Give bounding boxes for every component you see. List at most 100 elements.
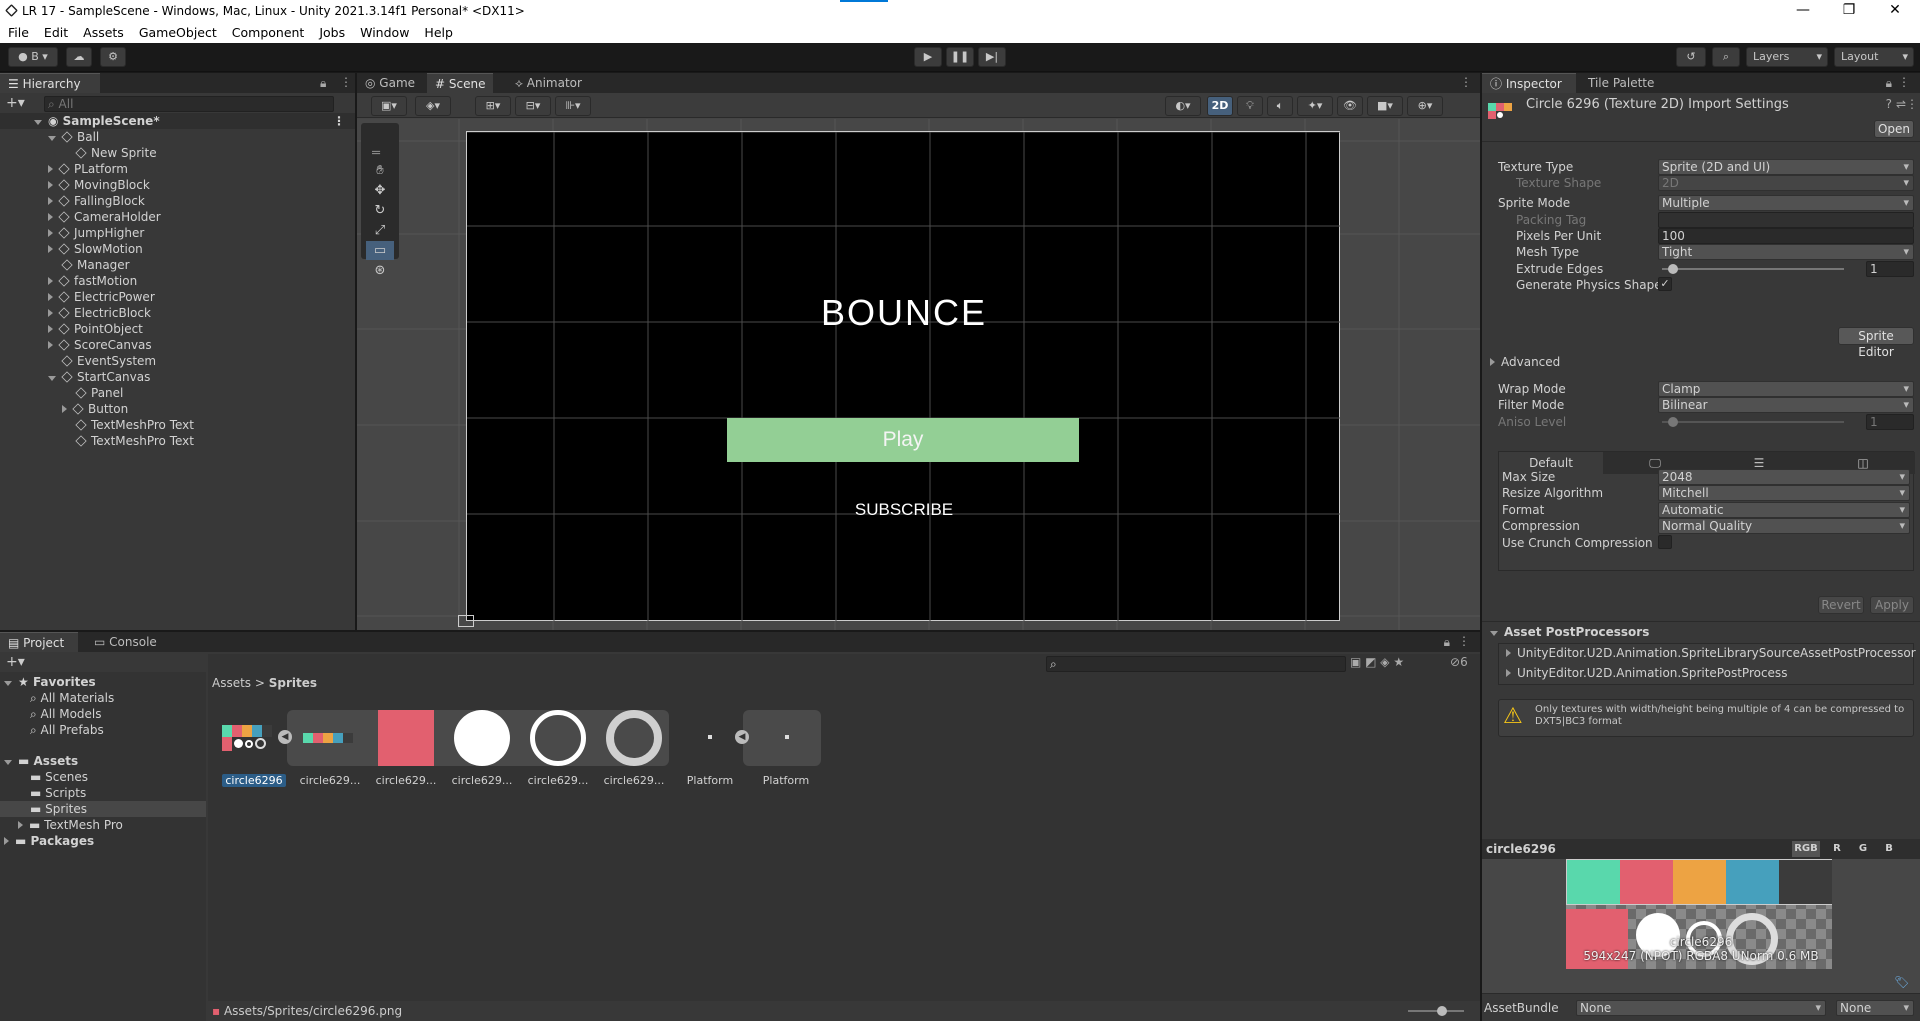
channel-g-button[interactable]: G bbox=[1852, 841, 1874, 857]
expand-toggle-icon[interactable] bbox=[48, 341, 53, 349]
hierarchy-item[interactable]: ElectricBlock bbox=[48, 305, 151, 321]
project-search-input[interactable]: ⌕ bbox=[1046, 656, 1346, 672]
render-dropdown[interactable]: ◐▾ bbox=[1165, 96, 1201, 116]
platform-dropdown[interactable]: Normal Quality bbox=[1658, 518, 1910, 534]
transform-tool-icon[interactable]: ⊛ bbox=[366, 261, 394, 280]
tab-tile-palette[interactable]: Tile Palette bbox=[1580, 73, 1662, 93]
expand-toggle-icon[interactable] bbox=[48, 293, 53, 301]
white-circle-thumb[interactable] bbox=[454, 710, 510, 766]
tab-project[interactable]: ▤ Project bbox=[0, 632, 78, 652]
postprocessor-item[interactable]: UnityEditor.U2D.Animation.SpriteLibraryS… bbox=[1506, 646, 1916, 660]
expand-toggle-icon[interactable] bbox=[48, 197, 53, 205]
menu-assets[interactable]: Assets bbox=[75, 22, 131, 40]
platform-dropdown[interactable]: Automatic bbox=[1658, 502, 1910, 518]
hierarchy-item[interactable]: JumpHigher bbox=[48, 225, 144, 241]
menu-gameobject[interactable]: GameObject bbox=[131, 22, 224, 40]
folder-scripts[interactable]: ▬ Scripts bbox=[30, 785, 86, 801]
hand-tool-icon[interactable]: ✋︎ bbox=[366, 161, 394, 180]
hierarchy-item[interactable]: TextMeshPro Text bbox=[62, 433, 194, 449]
expand-toggle-icon[interactable] bbox=[48, 309, 53, 317]
tab-scene[interactable]: # Scene bbox=[427, 73, 494, 93]
hierarchy-item[interactable]: TextMeshPro Text bbox=[62, 417, 194, 433]
search-icon[interactable]: ⌕ bbox=[1712, 47, 1740, 67]
toggle-2d-button[interactable]: 2D bbox=[1207, 96, 1233, 116]
tab-animator[interactable]: ⟡ Animator bbox=[507, 73, 590, 93]
expand-toggle-icon[interactable] bbox=[48, 376, 56, 381]
expand-toggle-icon[interactable] bbox=[48, 181, 53, 189]
fav-all-materials[interactable]: ⌕ All Materials bbox=[30, 690, 114, 706]
property-slider[interactable] bbox=[1662, 421, 1844, 423]
hierarchy-item[interactable]: ScoreCanvas bbox=[48, 337, 152, 353]
menu-jobs[interactable]: Jobs bbox=[311, 22, 352, 40]
lock-icon[interactable]: 🔒︎ bbox=[320, 76, 326, 91]
thin-ring-thumb[interactable] bbox=[530, 710, 586, 766]
zoom-slider[interactable] bbox=[1408, 1010, 1464, 1012]
sprite-sheet-thumb[interactable] bbox=[222, 725, 274, 751]
open-button[interactable]: Open bbox=[1874, 120, 1914, 138]
step-button[interactable]: ▶| bbox=[978, 47, 1006, 67]
help-icon[interactable]: ? bbox=[1886, 97, 1892, 111]
canvas-panel[interactable]: BOUNCE Play SUBSCRIBE bbox=[466, 131, 1341, 622]
effects-dropdown[interactable]: ✦▾ bbox=[1297, 96, 1333, 116]
zoom-slider-handle[interactable] bbox=[1437, 1006, 1447, 1016]
lock-icon[interactable]: 🔒︎ bbox=[1886, 76, 1892, 91]
expand-toggle-icon[interactable] bbox=[1490, 358, 1495, 366]
hierarchy-item[interactable]: Button bbox=[62, 401, 128, 417]
apply-button[interactable]: Apply bbox=[1870, 596, 1914, 614]
rotate-tool-icon[interactable]: ↻ bbox=[366, 201, 394, 220]
create-asset-button[interactable]: +▾ bbox=[6, 654, 25, 670]
menu-window[interactable]: Window bbox=[352, 22, 416, 40]
lighting-icon[interactable]: 💡︎ bbox=[1237, 96, 1263, 116]
layout-dropdown[interactable]: Layout ▾ bbox=[1834, 47, 1914, 67]
hierarchy-item[interactable]: CameraHolder bbox=[48, 209, 161, 225]
folder-textmesh-pro[interactable]: ▬ TextMesh Pro bbox=[18, 817, 123, 833]
scene-menu-icon[interactable]: ⋮ bbox=[1460, 75, 1472, 89]
expand-toggle-icon[interactable] bbox=[4, 681, 12, 686]
sprite-editor-button[interactable]: Sprite Editor bbox=[1838, 327, 1914, 359]
property-dropdown[interactable]: Bilinear bbox=[1658, 397, 1914, 413]
hierarchy-item[interactable]: PointObject bbox=[48, 321, 143, 337]
channel-rgb-button[interactable]: RGB bbox=[1792, 841, 1820, 857]
kebab-icon[interactable]: ⋮ bbox=[340, 75, 352, 89]
cloud-icon[interactable]: ☁ bbox=[66, 47, 92, 67]
pause-button[interactable]: ❚❚ bbox=[946, 47, 974, 67]
palette-thumb[interactable] bbox=[303, 733, 359, 743]
expand-toggle-icon[interactable] bbox=[48, 325, 53, 333]
collapse-arrow-icon[interactable]: ◀ bbox=[735, 730, 749, 744]
hierarchy-item[interactable]: New Sprite bbox=[62, 145, 157, 161]
layers-dropdown[interactable]: Layers ▾ bbox=[1746, 47, 1828, 67]
favorites-row[interactable]: ★ Favorites bbox=[4, 674, 96, 690]
menu-help[interactable]: Help bbox=[416, 22, 460, 40]
preset-icon[interactable]: ⇌ bbox=[1896, 97, 1906, 111]
hierarchy-item[interactable]: fastMotion bbox=[48, 273, 137, 289]
assetbundle-dropdown[interactable]: None bbox=[1576, 1000, 1826, 1016]
menu-edit[interactable]: Edit bbox=[36, 22, 75, 40]
tab-game[interactable]: ◎ Game bbox=[357, 73, 423, 93]
expand-toggle-icon[interactable] bbox=[4, 837, 9, 845]
hierarchy-item[interactable]: PLatform bbox=[48, 161, 128, 177]
tab-hierarchy[interactable]: ☰ Hierarchy bbox=[0, 73, 100, 93]
postprocessor-item[interactable]: UnityEditor.U2D.Animation.SpritePostProc… bbox=[1506, 666, 1787, 680]
kebab-icon[interactable]: ⋮ bbox=[1898, 75, 1910, 89]
canvas-rect-handle[interactable] bbox=[458, 615, 474, 627]
property-slider[interactable] bbox=[1662, 268, 1844, 270]
revert-button[interactable]: Revert bbox=[1818, 596, 1864, 614]
assets-root-row[interactable]: ▬ Assets bbox=[4, 753, 78, 769]
expand-toggle-icon[interactable] bbox=[18, 821, 23, 829]
grid-snap-dropdown[interactable]: ⊞▾ bbox=[475, 96, 511, 116]
hierarchy-item[interactable]: Manager bbox=[48, 257, 130, 273]
fav-all-prefabs[interactable]: ⌕ All Prefabs bbox=[30, 722, 104, 738]
lock-icon[interactable]: 🔒︎ bbox=[1444, 635, 1450, 650]
packages-row[interactable]: ▬ Packages bbox=[4, 833, 94, 849]
expand-toggle-icon[interactable] bbox=[34, 120, 42, 125]
hidden-packages-icon[interactable]: ⊘6 bbox=[1450, 655, 1468, 669]
menu-file[interactable]: File bbox=[0, 22, 36, 40]
assetbundle-variant-dropdown[interactable]: None bbox=[1836, 1000, 1914, 1016]
channel-b-button[interactable]: B bbox=[1878, 841, 1900, 857]
asset-label-icon[interactable]: 🏷︎ bbox=[1894, 975, 1909, 989]
platform-dropdown[interactable]: Mitchell bbox=[1658, 485, 1910, 501]
expand-toggle-icon[interactable] bbox=[62, 405, 67, 413]
history-icon[interactable]: ↺ bbox=[1676, 47, 1706, 67]
expand-toggle-icon[interactable] bbox=[48, 213, 53, 221]
add-object-button[interactable]: +▾ bbox=[6, 95, 25, 111]
